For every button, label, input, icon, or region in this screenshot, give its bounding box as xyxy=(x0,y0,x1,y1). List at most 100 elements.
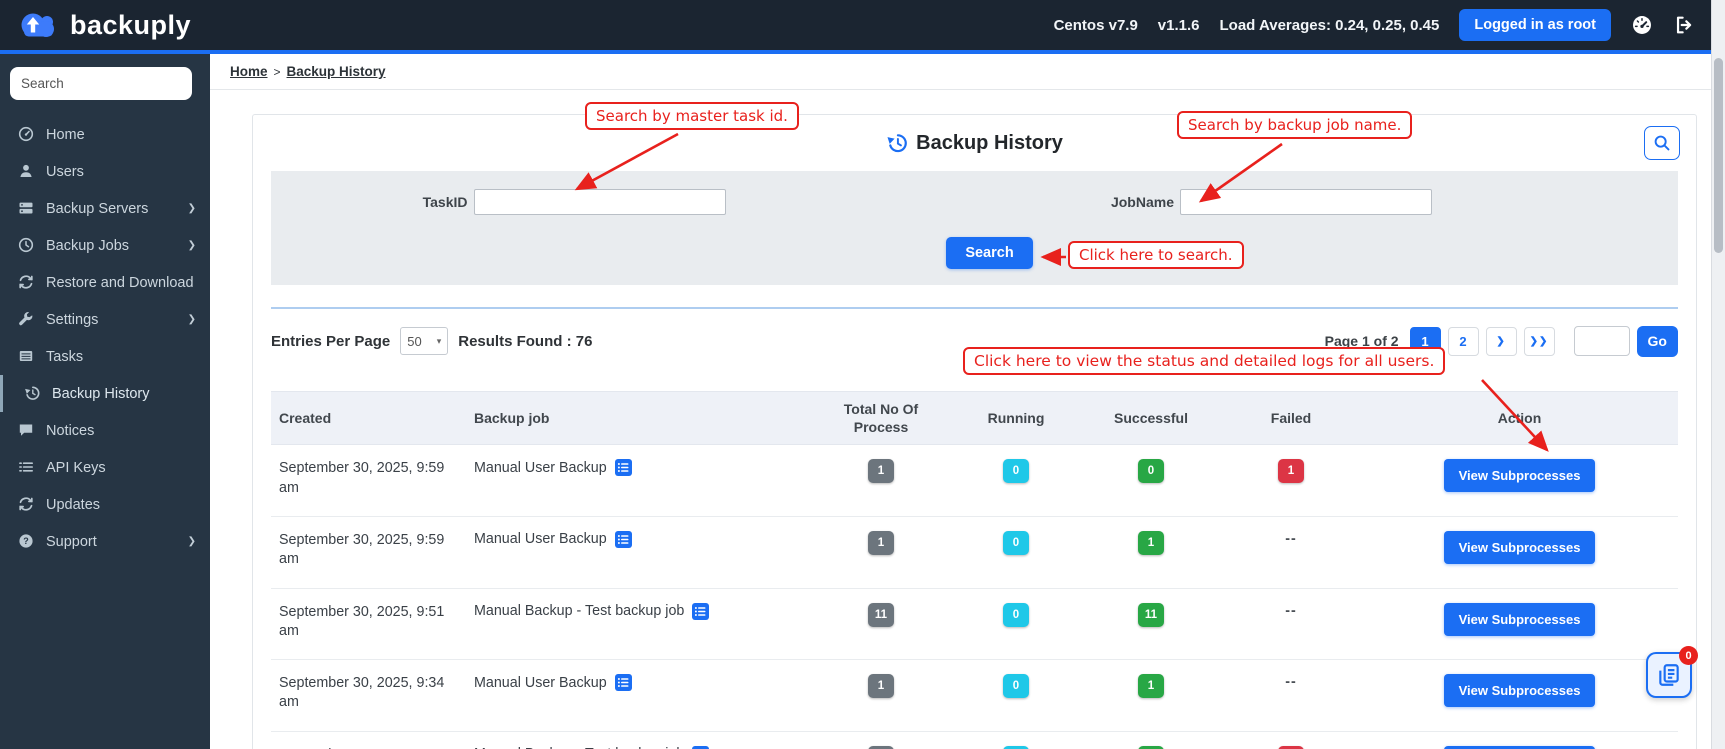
sidebar-item-label: Users xyxy=(46,164,84,180)
sidebar-item-backup-history[interactable]: Backup History xyxy=(0,375,210,412)
running-badge: 0 xyxy=(1003,603,1029,627)
load-averages: Load Averages: 0.24, 0.25, 0.45 xyxy=(1220,17,1440,34)
view-subprocesses-button[interactable]: View Subprocesses xyxy=(1444,674,1596,707)
chevron-right-icon: ❯ xyxy=(188,314,196,325)
logged-in-as-root-button[interactable]: Logged in as root xyxy=(1459,9,1611,41)
job-details-icon[interactable] xyxy=(615,459,632,476)
running-badge: 0 xyxy=(1003,459,1029,483)
total-process-badge: 1 xyxy=(868,459,894,483)
column-header: Action xyxy=(1361,392,1678,445)
sidebar-nav: Home Users Backup Servers❯Backup Jobs❯ Rest… xyxy=(0,116,210,560)
taskid-input[interactable] xyxy=(474,189,726,215)
breadcrumb-home-link[interactable]: Home xyxy=(230,64,268,79)
jobname-input[interactable] xyxy=(1180,189,1432,215)
created-cell: September 30, 2025, 9:34 am xyxy=(271,660,466,732)
successful-badge: 1 xyxy=(1138,674,1164,698)
logout-icon[interactable] xyxy=(1673,14,1695,36)
sidebar-item-backup-servers[interactable]: Backup Servers❯ xyxy=(0,190,210,227)
created-cell: September 30, 2025, 9:19 am xyxy=(271,731,466,749)
column-header: Total No Of Process xyxy=(811,392,951,445)
backup-history-table: CreatedBackup jobTotal No Of ProcessRunn… xyxy=(271,391,1678,749)
column-header: Backup job xyxy=(466,392,811,445)
page-title: Backup History xyxy=(916,132,1063,155)
column-header: Successful xyxy=(1081,392,1221,445)
sidebar-item-restore-and-download[interactable]: Restore and Download xyxy=(0,264,210,301)
goto-page-input[interactable] xyxy=(1574,326,1630,356)
created-cell: September 30, 2025, 9:59 am xyxy=(271,445,466,517)
no-failed-text: -- xyxy=(1285,674,1297,690)
job-details-icon[interactable] xyxy=(615,531,632,548)
taskid-label: TaskID xyxy=(423,194,468,210)
server-icon xyxy=(18,200,35,217)
user-icon xyxy=(18,163,35,180)
view-subprocesses-button[interactable]: View Subprocesses xyxy=(1444,459,1596,492)
table-row: September 30, 2025, 9:51 amManual Backup… xyxy=(271,588,1678,660)
chat-widget-button[interactable]: 0 xyxy=(1646,652,1692,698)
job-cell: Manual User Backup xyxy=(466,516,811,588)
table-header-row: CreatedBackup jobTotal No Of ProcessRunn… xyxy=(271,392,1678,445)
chevron-down-icon: ▾ xyxy=(437,336,442,347)
cloud-upload-logo-icon xyxy=(16,8,62,42)
view-subprocesses-button[interactable]: View Subprocesses xyxy=(1444,603,1596,636)
gauge-icon[interactable] xyxy=(1631,14,1653,36)
sidebar-item-support[interactable]: ? Support ❯ xyxy=(0,523,210,560)
sidebar-item-home[interactable]: Home xyxy=(0,116,210,153)
annotation-jobname: Search by backup job name. xyxy=(1177,111,1412,139)
sidebar-item-label: Tasks xyxy=(46,349,83,365)
column-header: Failed xyxy=(1221,392,1361,445)
sidebar-item-label: Backup History xyxy=(52,386,150,402)
refresh-icon xyxy=(18,496,35,513)
history-icon xyxy=(24,385,41,402)
scrollbar-thumb[interactable] xyxy=(1714,58,1723,253)
pages-icon xyxy=(1656,662,1682,688)
job-details-icon[interactable] xyxy=(615,674,632,691)
job-cell: Manual User Backup xyxy=(466,445,811,517)
page-2-button[interactable]: 2 xyxy=(1448,327,1479,356)
jobname-label: JobName xyxy=(1111,194,1174,210)
dashboard-icon xyxy=(18,126,35,143)
section-divider xyxy=(271,307,1678,309)
successful-badge: 11 xyxy=(1138,603,1164,627)
table-row: September 30, 2025, 9:19 amManual Backup… xyxy=(271,731,1678,749)
annotation-subprocesses: Click here to view the status and detail… xyxy=(963,347,1445,375)
filter-panel: TaskID JobName Search xyxy=(271,171,1678,285)
sidebar-item-backup-jobs[interactable]: Backup Jobs❯ xyxy=(0,227,210,264)
sidebar-item-settings[interactable]: Settings❯ xyxy=(0,301,210,338)
question-icon: ? xyxy=(18,533,35,550)
job-details-icon[interactable] xyxy=(692,603,709,620)
chevron-right-icon: ❯ xyxy=(188,536,196,547)
table-row: September 30, 2025, 9:59 amManual User B… xyxy=(271,445,1678,517)
sidebar-item-label: Restore and Download xyxy=(46,275,194,291)
comment-icon xyxy=(18,422,35,439)
sidebar-item-tasks[interactable]: Tasks xyxy=(0,338,210,375)
view-subprocesses-button[interactable]: View Subprocesses xyxy=(1444,531,1596,564)
svg-text:?: ? xyxy=(23,536,29,546)
sidebar-item-notices[interactable]: Notices xyxy=(0,412,210,449)
search-toggle-button[interactable] xyxy=(1644,126,1680,160)
no-failed-text: -- xyxy=(1285,603,1297,619)
sidebar-item-api-keys[interactable]: API Keys xyxy=(0,449,210,486)
search-button[interactable]: Search xyxy=(946,237,1032,269)
next-page-button[interactable]: ❯ xyxy=(1486,327,1517,356)
breadcrumb-current-link[interactable]: Backup History xyxy=(287,64,386,79)
created-cell: September 30, 2025, 9:51 am xyxy=(271,588,466,660)
failed-badge: 1 xyxy=(1278,459,1304,483)
job-cell: Manual Backup - Test backup job xyxy=(466,731,811,749)
scrollbar xyxy=(1711,0,1725,749)
topbar: backuply Centos v7.9 v1.1.6 Load Average… xyxy=(0,0,1725,50)
system-info: Centos v7.9 xyxy=(1054,17,1138,34)
successful-badge: 0 xyxy=(1138,459,1164,483)
magnifier-icon xyxy=(1653,134,1671,152)
job-cell: Manual Backup - Test backup job xyxy=(466,588,811,660)
refresh-icon xyxy=(18,274,35,291)
app-logo[interactable]: backuply xyxy=(16,8,191,42)
sidebar-item-users[interactable]: Users xyxy=(0,153,210,190)
entries-per-page-select[interactable]: 50 ▾ xyxy=(400,327,448,355)
notification-badge: 0 xyxy=(1679,646,1698,665)
sidebar-item-label: Support xyxy=(46,534,97,550)
last-page-button[interactable]: ❯❯ xyxy=(1524,327,1555,356)
breadcrumb: Home > Backup History xyxy=(210,54,1725,90)
sidebar-search-input[interactable] xyxy=(10,67,192,100)
sidebar-item-updates[interactable]: Updates xyxy=(0,486,210,523)
go-button[interactable]: Go xyxy=(1637,326,1678,357)
